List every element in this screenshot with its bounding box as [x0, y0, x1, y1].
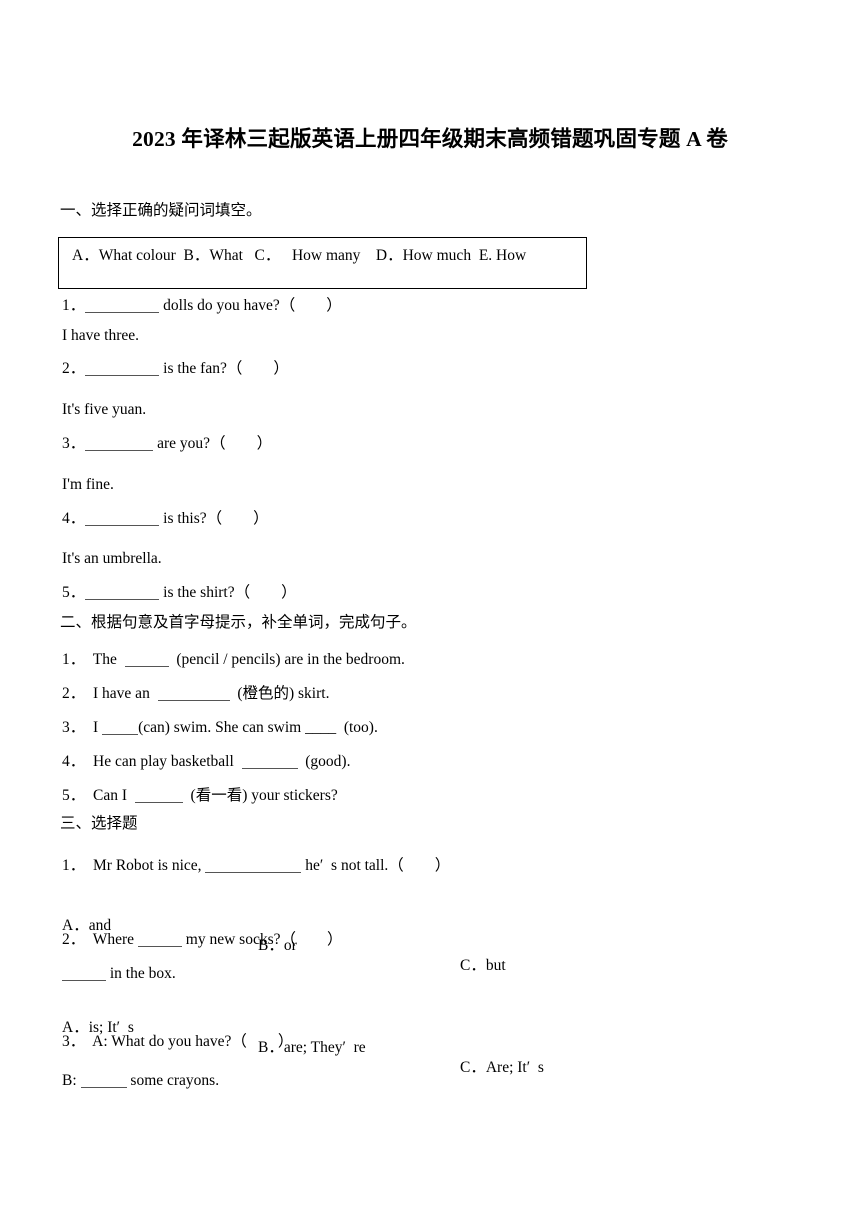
answer-label: B:: [62, 1072, 81, 1089]
item-number: 4．: [62, 753, 86, 770]
answer-blank[interactable]: [85, 362, 160, 376]
item-number: 3．: [62, 435, 86, 452]
item-text-post: he′ s not tall.（ ）: [301, 857, 451, 874]
item-text-pre: He can play basketball: [85, 753, 242, 770]
answer-blank[interactable]: [102, 721, 139, 735]
item-number: 5．: [62, 584, 86, 601]
section-three-item-2-second-line: in the box.: [62, 964, 176, 984]
section-one-item-1: 1． dolls do you have?（ ）: [62, 296, 342, 316]
item-text-post: (good).: [297, 753, 351, 770]
section-one-heading: 一、选择正确的疑问词填空。: [60, 202, 262, 219]
word-bank-box: A．What colour B．What C． How many D．How m…: [58, 237, 587, 289]
answer-blank[interactable]: [205, 859, 302, 873]
section-two-heading: 二、根据句意及首字母提示，补全单词，完成句子。: [60, 614, 417, 631]
section-one-item-5: 5． is the shirt?（ ）: [62, 583, 297, 603]
item-text: dolls do you have?（ ）: [159, 297, 342, 314]
item-number: 5．: [62, 787, 86, 804]
section-one-answer-2: It's five yuan.: [62, 401, 147, 418]
answer-blank[interactable]: [137, 933, 182, 947]
item-number: 2．: [62, 360, 86, 377]
section-one-item-4: 4． is this?（ ）: [62, 509, 269, 529]
item-text-pre: I: [85, 719, 103, 736]
item-text: are you?（ ）: [153, 435, 273, 452]
item-text-pre: The: [85, 651, 125, 668]
answer-blank[interactable]: [134, 789, 183, 803]
section-three-item-1: 1． Mr Robot is nice, he′ s not tall.（ ）: [62, 856, 450, 876]
answer-blank[interactable]: [124, 653, 169, 667]
item-number: 4．: [62, 510, 86, 527]
section-three-heading: 三、选择题: [60, 815, 138, 832]
answer-blank[interactable]: [85, 437, 154, 451]
item-text-post: (can) swim. She can swim ____ (too).: [138, 719, 378, 736]
item-number: 3．: [62, 719, 86, 736]
section-two-item-5: 5． Can I (看一看) your stickers?: [62, 786, 338, 806]
item-number: 1．: [62, 857, 86, 874]
item-text-post: (橙色的) skirt.: [229, 685, 330, 702]
section-three-item-3: 3． A: What do you have?（ ）: [62, 1032, 293, 1052]
answer-blank[interactable]: [241, 755, 298, 769]
item-text-post: my new socks?（ ）: [181, 931, 343, 948]
page-title: 2023 年译林三起版英语上册四年级期末高频错题巩固专题 A 卷: [132, 127, 728, 151]
item-text-post: (pencil / pencils) are in the bedroom.: [168, 651, 405, 668]
section-three-item-2: 2． Where my new socks?（ ）: [62, 930, 343, 950]
section-one-item-2: 2． is the fan?（ ）: [62, 359, 289, 379]
item-number: 2．: [62, 931, 86, 948]
section-two-item-2: 2． I have an (橙色的) skirt.: [62, 684, 329, 704]
option-c[interactable]: C．Are; It′ s: [460, 1058, 544, 1078]
document-page: 2023 年译林三起版英语上册四年级期末高频错题巩固专题 A 卷 一、选择正确的…: [0, 0, 860, 1216]
answer-blank[interactable]: [85, 299, 160, 313]
section-one-answer-3: I'm fine.: [62, 476, 114, 493]
item-text: A: What do you have?（ ）: [85, 1033, 294, 1050]
answer-blank[interactable]: [80, 1074, 127, 1088]
item-text-post: (看一看) your stickers?: [182, 787, 338, 804]
item-number: 1．: [62, 297, 86, 314]
answer-text: some crayons.: [126, 1072, 220, 1089]
section-two-item-1: 1． The (pencil / pencils) are in the bed…: [62, 650, 405, 670]
word-bank-options: A．What colour B．What C． How many D．How m…: [72, 247, 527, 264]
option-c[interactable]: C．but: [460, 956, 506, 976]
item-number: 3．: [62, 1033, 86, 1050]
answer-blank[interactable]: [157, 687, 230, 701]
item-text: is the shirt?（ ）: [159, 584, 297, 601]
item-text-post: in the box.: [106, 965, 176, 982]
item-text: is this?（ ）: [159, 510, 269, 527]
item-number: 1．: [62, 651, 86, 668]
answer-blank[interactable]: [85, 512, 160, 526]
item-text-pre: Mr Robot is nice,: [85, 857, 206, 874]
item-text: is the fan?（ ）: [159, 360, 289, 377]
answer-blank[interactable]: [85, 586, 160, 600]
item-number: 2．: [62, 685, 86, 702]
section-one-answer-1: I have three.: [62, 327, 140, 344]
item-text-pre: Where: [85, 931, 138, 948]
item-text-pre: I have an: [85, 685, 158, 702]
section-two-item-4: 4． He can play basketball (good).: [62, 752, 350, 772]
section-one-item-3: 3． are you?（ ）: [62, 434, 272, 454]
section-two-item-3: 3． I (can) swim. She can swim ____ (too)…: [62, 718, 378, 738]
section-three-item-3-answer: B: some crayons.: [62, 1071, 219, 1091]
section-one-answer-4: It's an umbrella.: [62, 550, 162, 567]
answer-blank[interactable]: [62, 967, 106, 981]
item-text-pre: Can I: [85, 787, 135, 804]
